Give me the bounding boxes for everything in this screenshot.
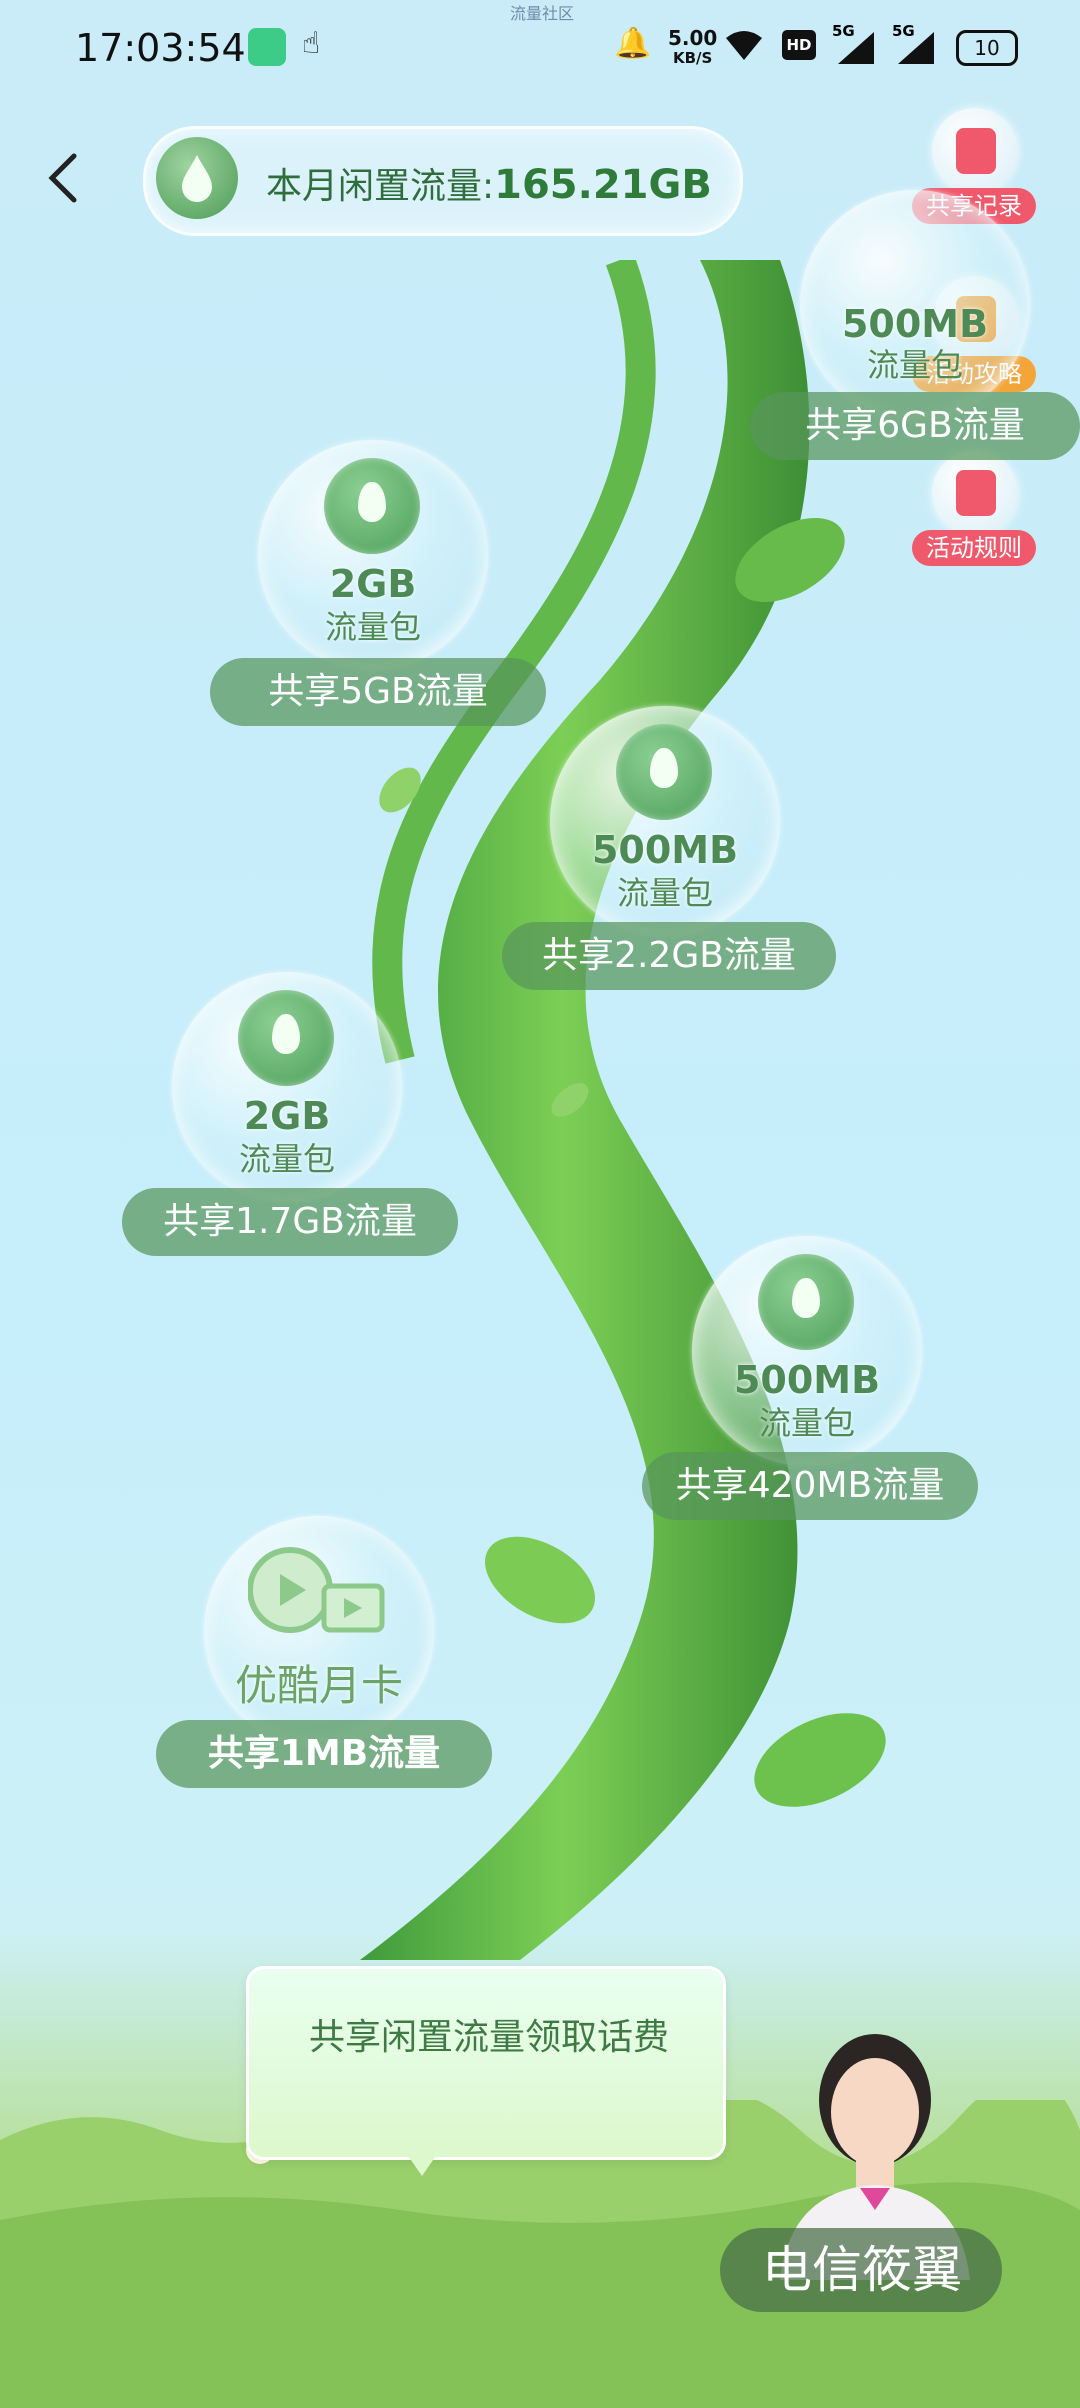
assistant-name-button[interactable]: 电信筱翼 xyxy=(720,2228,1002,2312)
reward-bubble[interactable]: 500MB 流量包 xyxy=(550,706,780,936)
net-speed-unit: KB/S xyxy=(673,49,713,67)
net-speed-value: 5.00 xyxy=(668,26,718,50)
wifi-icon xyxy=(724,28,764,62)
video-play-icon xyxy=(247,1540,388,1640)
app-label: 流量社区 xyxy=(510,4,575,23)
status-time: 17:03:54 xyxy=(75,26,246,70)
reward-share-label: 共享1.7GB流量 xyxy=(122,1188,458,1256)
leaf xyxy=(754,1713,886,1807)
reward-share-label: 共享5GB流量 xyxy=(210,658,546,726)
reward-unit: 流量包 xyxy=(238,1140,335,1178)
reward-share-label: 共享420MB流量 xyxy=(642,1452,978,1520)
battery-saver-icon xyxy=(248,28,286,66)
reward-amount: 500MB xyxy=(733,1358,881,1402)
reward-unit: 流量包 xyxy=(866,346,963,384)
quota-label: 本月闲置流量: xyxy=(266,166,495,207)
reward-bubble[interactable]: 2GB 流量包 xyxy=(258,440,488,670)
reward-bubble[interactable]: 500MB 流量包 xyxy=(692,1236,922,1466)
reward-amount: 500MB xyxy=(591,828,739,872)
reward-amount: 优酷月卡 xyxy=(234,1661,403,1710)
tip-arrow xyxy=(404,2150,440,2176)
signal-1-icon: 5G xyxy=(832,22,876,64)
tip-bubble: 共享闲置流量领取话费 xyxy=(246,1966,726,2160)
signal-2-icon: 5G xyxy=(892,22,936,64)
reward-amount: 2GB xyxy=(243,1094,331,1138)
reward-bubble[interactable]: 2GB 流量包 xyxy=(172,972,402,1202)
reward-amount: 2GB xyxy=(329,562,417,606)
water-drop-icon xyxy=(238,990,334,1086)
reward-share-label: 共享6GB流量 xyxy=(750,392,1080,460)
reward-bubble[interactable]: 优酷月卡 xyxy=(204,1516,434,1746)
reward-bubble[interactable]: 500MB 流量包 xyxy=(800,190,1030,420)
bell-icon: 🔔 xyxy=(614,26,652,61)
hd-icon: HD xyxy=(782,30,816,60)
water-drop-icon xyxy=(758,1254,854,1350)
status-bar: 17:03:54 流量社区 ☝ 🔔 5.00 KB/S HD 5G 5G 10 xyxy=(0,0,1080,96)
back-button[interactable] xyxy=(44,148,84,208)
leaf xyxy=(485,1536,595,1624)
reward-unit: 流量包 xyxy=(616,874,713,912)
reward-share-label: 共享2.2GB流量 xyxy=(502,922,836,990)
chevron-left-icon xyxy=(48,153,77,203)
activity-rules-button[interactable]: 活动规则 xyxy=(912,450,1036,580)
idle-data-quota: 本月闲置流量:165.21GB xyxy=(143,126,743,236)
quota-value: 165.21GB xyxy=(494,162,712,208)
water-drop-icon xyxy=(324,458,420,554)
water-drop-icon xyxy=(156,137,238,219)
record-icon xyxy=(932,108,1018,194)
water-drop-icon xyxy=(616,724,712,820)
activity-rules-label: 活动规则 xyxy=(912,530,1036,566)
reward-unit: 流量包 xyxy=(324,608,421,646)
touch-icon: ☝ xyxy=(302,26,321,61)
reward-unit: 流量包 xyxy=(758,1404,855,1442)
battery-icon: 10 xyxy=(956,30,1018,66)
rules-list-icon xyxy=(932,450,1018,536)
tip-text: 共享闲置流量领取话费 xyxy=(308,2017,669,2058)
reward-share-label: 共享1MB流量 xyxy=(156,1720,492,1788)
